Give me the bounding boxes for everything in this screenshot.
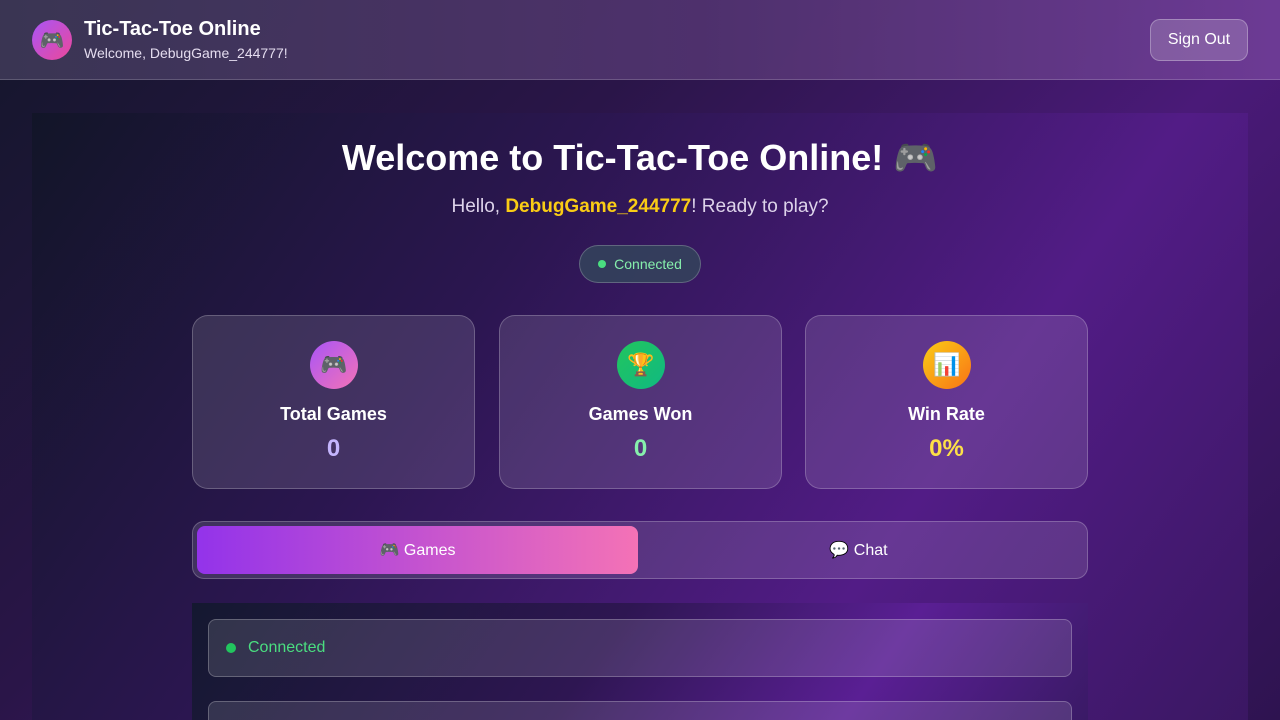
sign-out-button[interactable]: Sign Out [1150, 19, 1248, 61]
trophy-icon: 🏆 [617, 341, 665, 389]
stat-card-total-games: 🎮 Total Games 0 [192, 315, 475, 489]
welcome-subtitle: Welcome, DebugGame_244777! [84, 45, 288, 61]
username: DebugGame_244777 [505, 196, 692, 217]
connection-status-badge: Connected [579, 245, 701, 283]
greeting: Hello, DebugGame_244777! Ready to play? [0, 196, 1280, 218]
status-dot-icon [598, 260, 607, 268]
lobby-connection-status: Connected [208, 619, 1072, 677]
stat-label: Total Games [280, 404, 387, 424]
stat-card-games-won: 🏆 Games Won 0 [499, 315, 782, 489]
stat-label: Win Rate [908, 404, 985, 424]
stat-label: Games Won [588, 404, 693, 424]
stat-card-win-rate: 📊 Win Rate 0% [805, 315, 1088, 489]
connection-status-label: Connected [614, 256, 682, 272]
stat-value: 0% [929, 435, 964, 462]
greeting-prefix: Hello, [451, 196, 506, 217]
page-title: Welcome to Tic-Tac-Toe Online! 🎮 [341, 137, 939, 178]
status-dot-icon [226, 643, 236, 653]
bar-chart-icon: 📊 [923, 341, 971, 389]
lobby-section [208, 701, 1072, 720]
tab-bar: 🎮 Games 💬 Chat [192, 521, 1088, 579]
gamepad-logo-icon: 🎮 [32, 20, 72, 60]
stat-value: 0 [633, 435, 648, 462]
gamepad-icon: 🎮 [310, 341, 358, 389]
app-header: 🎮 Tic-Tac-Toe Online Welcome, DebugGame_… [0, 0, 1280, 80]
app-title: Tic-Tac-Toe Online [84, 18, 261, 40]
stat-value: 0 [326, 435, 341, 462]
tab-chat[interactable]: 💬 Chat [638, 526, 1079, 574]
tab-games[interactable]: 🎮 Games [197, 526, 638, 574]
greeting-suffix: ! Ready to play? [691, 196, 829, 217]
lobby-status-label: Connected [248, 639, 326, 656]
